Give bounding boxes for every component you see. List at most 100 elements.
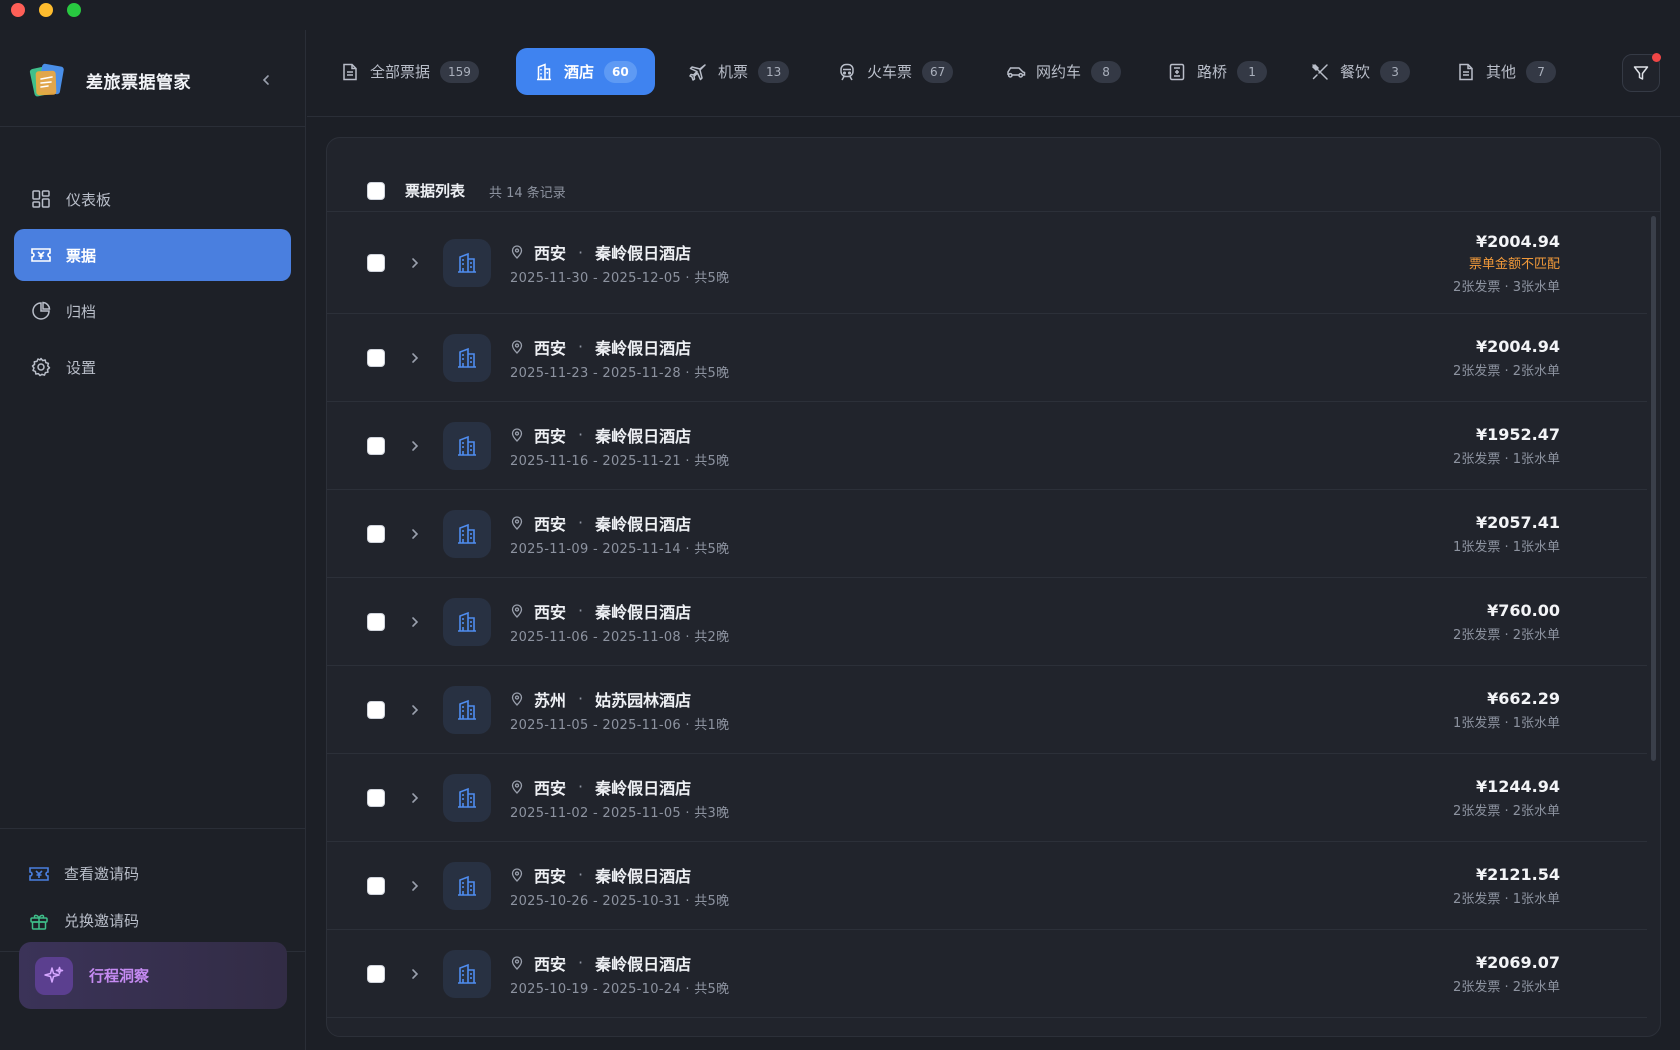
expand-button[interactable]: [407, 438, 423, 454]
city-name: 西安: [534, 426, 567, 446]
row-summary: ¥662.29 1张发票 · 1张水单: [1453, 689, 1560, 731]
view-invite-code-link[interactable]: 查看邀请码: [28, 850, 278, 897]
hotel-icon: [443, 949, 491, 998]
chevron-right-icon: [412, 528, 419, 539]
row-info: 西安 · 秦岭假日酒店 2025-11-23 - 2025-11-28 · 共5…: [510, 336, 729, 381]
expand-button[interactable]: [407, 878, 423, 894]
expand-button[interactable]: [407, 350, 423, 366]
expand-button[interactable]: [407, 790, 423, 806]
table-row[interactable]: 西安 · 秦岭假日酒店 2025-11-06 - 2025-11-08 · 共2…: [327, 578, 1647, 666]
amount: ¥2057.41: [1475, 512, 1560, 532]
row-checkbox[interactable]: [367, 254, 385, 272]
row-checkbox[interactable]: [367, 612, 385, 631]
expand-button[interactable]: [407, 255, 423, 271]
stay-dates: 2025-11-02 - 2025-11-05 · 共3晚: [510, 805, 730, 821]
train-icon: [837, 62, 857, 82]
nav-item-tickets[interactable]: 票据: [14, 229, 291, 281]
row-checkbox[interactable]: [367, 876, 385, 895]
hotel-icon: [443, 773, 491, 822]
tab-ride-hailing[interactable]: 网约车 8: [988, 48, 1139, 95]
document-counts: 2张发票 · 3张水单: [1453, 279, 1560, 295]
tab-train[interactable]: 火车票 67: [819, 48, 971, 95]
amount: ¥2121.54: [1475, 864, 1560, 884]
tab-other[interactable]: 其他 7: [1438, 48, 1574, 95]
ticket-icon: [30, 244, 52, 266]
amount: ¥1952.47: [1475, 424, 1560, 444]
chevron-right-icon: [412, 968, 419, 979]
scrollbar[interactable]: [1651, 216, 1656, 761]
amount: ¥760.00: [1487, 600, 1560, 620]
expand-button[interactable]: [407, 702, 423, 718]
separator: ·: [578, 953, 584, 972]
trip-insight-button[interactable]: 行程洞察: [19, 942, 287, 1009]
expand-button[interactable]: [407, 966, 423, 982]
expand-button[interactable]: [407, 614, 423, 630]
table-row[interactable]: 西安 · 秦岭假日酒店 2025-10-26 - 2025-10-31 · 共5…: [327, 842, 1647, 930]
table-row[interactable]: 西安 · 秦岭假日酒店 2025-11-09 - 2025-11-14 · 共5…: [327, 490, 1647, 578]
nav-item-settings[interactable]: 设置: [14, 341, 291, 393]
location-pin-icon: [510, 245, 524, 259]
separator: ·: [578, 513, 584, 532]
hotel-icon: [443, 333, 491, 382]
tab-label: 网约车: [1036, 63, 1082, 81]
zoom-window-button[interactable]: [67, 3, 81, 17]
sidebar-divider: [0, 828, 306, 829]
minimize-window-button[interactable]: [39, 3, 53, 17]
tab-dining[interactable]: 餐饮 3: [1292, 48, 1428, 95]
tab-label: 全部票据: [370, 63, 431, 81]
city-name: 西安: [534, 954, 567, 974]
row-checkbox[interactable]: [367, 700, 385, 719]
table-row[interactable]: 西安 · 秦岭假日酒店 2025-11-23 - 2025-11-28 · 共5…: [327, 314, 1647, 402]
row-info: 苏州 · 姑苏园林酒店 2025-11-05 - 2025-11-06 · 共1…: [510, 688, 729, 733]
filter-icon: [1633, 66, 1649, 80]
amount: ¥1244.94: [1475, 776, 1560, 796]
city-name: 西安: [534, 514, 567, 534]
table-row[interactable]: 西安 · 秦岭假日酒店 2025-11-02 - 2025-11-05 · 共3…: [327, 754, 1647, 842]
hotel-icon: [443, 239, 491, 287]
stay-dates: 2025-11-05 - 2025-11-06 · 共1晚: [510, 717, 730, 733]
nav-item-archive[interactable]: 归档: [14, 285, 291, 337]
tab-toll[interactable]: 路桥 1: [1149, 48, 1285, 95]
redeem-invite-code-link[interactable]: 兑换邀请码: [28, 897, 278, 944]
row-checkbox[interactable]: [367, 788, 385, 807]
expand-button[interactable]: [407, 526, 423, 542]
location-pin-icon: [510, 427, 524, 442]
location-pin-icon: [510, 603, 524, 618]
city-name: 西安: [534, 338, 567, 358]
nav-item-dashboard[interactable]: 仪表板: [14, 173, 291, 225]
document-counts: 2张发票 · 2张水单: [1453, 979, 1560, 995]
sidebar-bottom-links: 查看邀请码 兑换邀请码: [28, 850, 278, 944]
hotel-icon: [534, 62, 554, 82]
window-titlebar: [0, 0, 1680, 30]
row-info: 西安 · 秦岭假日酒店 2025-10-26 - 2025-10-31 · 共5…: [510, 864, 729, 909]
document-counts: 2张发票 · 2张水单: [1453, 363, 1560, 379]
row-checkbox[interactable]: [367, 436, 385, 455]
document-counts: 2张发票 · 1张水单: [1453, 451, 1560, 467]
row-checkbox[interactable]: [367, 964, 385, 983]
hotel-icon: [443, 861, 491, 910]
row-checkbox[interactable]: [367, 524, 385, 543]
hotel-name: 秦岭假日酒店: [595, 602, 692, 622]
filter-button[interactable]: [1622, 53, 1661, 92]
car-icon: [1006, 62, 1026, 82]
table-row[interactable]: 苏州 · 姑苏园林酒店 2025-11-05 - 2025-11-06 · 共1…: [327, 666, 1647, 754]
dining-icon: [1310, 62, 1330, 82]
hotel-icon: [443, 685, 491, 734]
table-row[interactable]: 西安 · 秦岭假日酒店 2025-10-19 - 2025-10-24 · 共5…: [327, 930, 1647, 1018]
table-row[interactable]: 西安 · 秦岭假日酒店 2025-11-16 - 2025-11-21 · 共5…: [327, 402, 1647, 490]
tab-flight[interactable]: 机票 13: [670, 48, 807, 95]
row-checkbox[interactable]: [367, 348, 385, 367]
location-pin-icon: [510, 515, 524, 530]
plane-icon: [688, 62, 708, 82]
close-window-button[interactable]: [11, 3, 25, 17]
table-row[interactable]: 西安 · 秦岭假日酒店 2025-11-30 - 2025-12-05 · 共5…: [327, 213, 1647, 314]
stay-dates: 2025-10-26 - 2025-10-31 · 共5晚: [510, 893, 730, 909]
location-pin-icon: [510, 955, 524, 970]
select-all-checkbox[interactable]: [367, 182, 385, 200]
collapse-sidebar-button[interactable]: [254, 68, 278, 92]
tab-hotel[interactable]: 酒店 60: [516, 48, 655, 95]
separator: ·: [578, 689, 584, 708]
tab-all-receipts[interactable]: 全部票据 159: [322, 48, 497, 95]
row-summary: ¥2004.94 2张发票 · 2张水单: [1453, 337, 1560, 379]
stay-dates: 2025-11-23 - 2025-11-28 · 共5晚: [510, 365, 730, 381]
